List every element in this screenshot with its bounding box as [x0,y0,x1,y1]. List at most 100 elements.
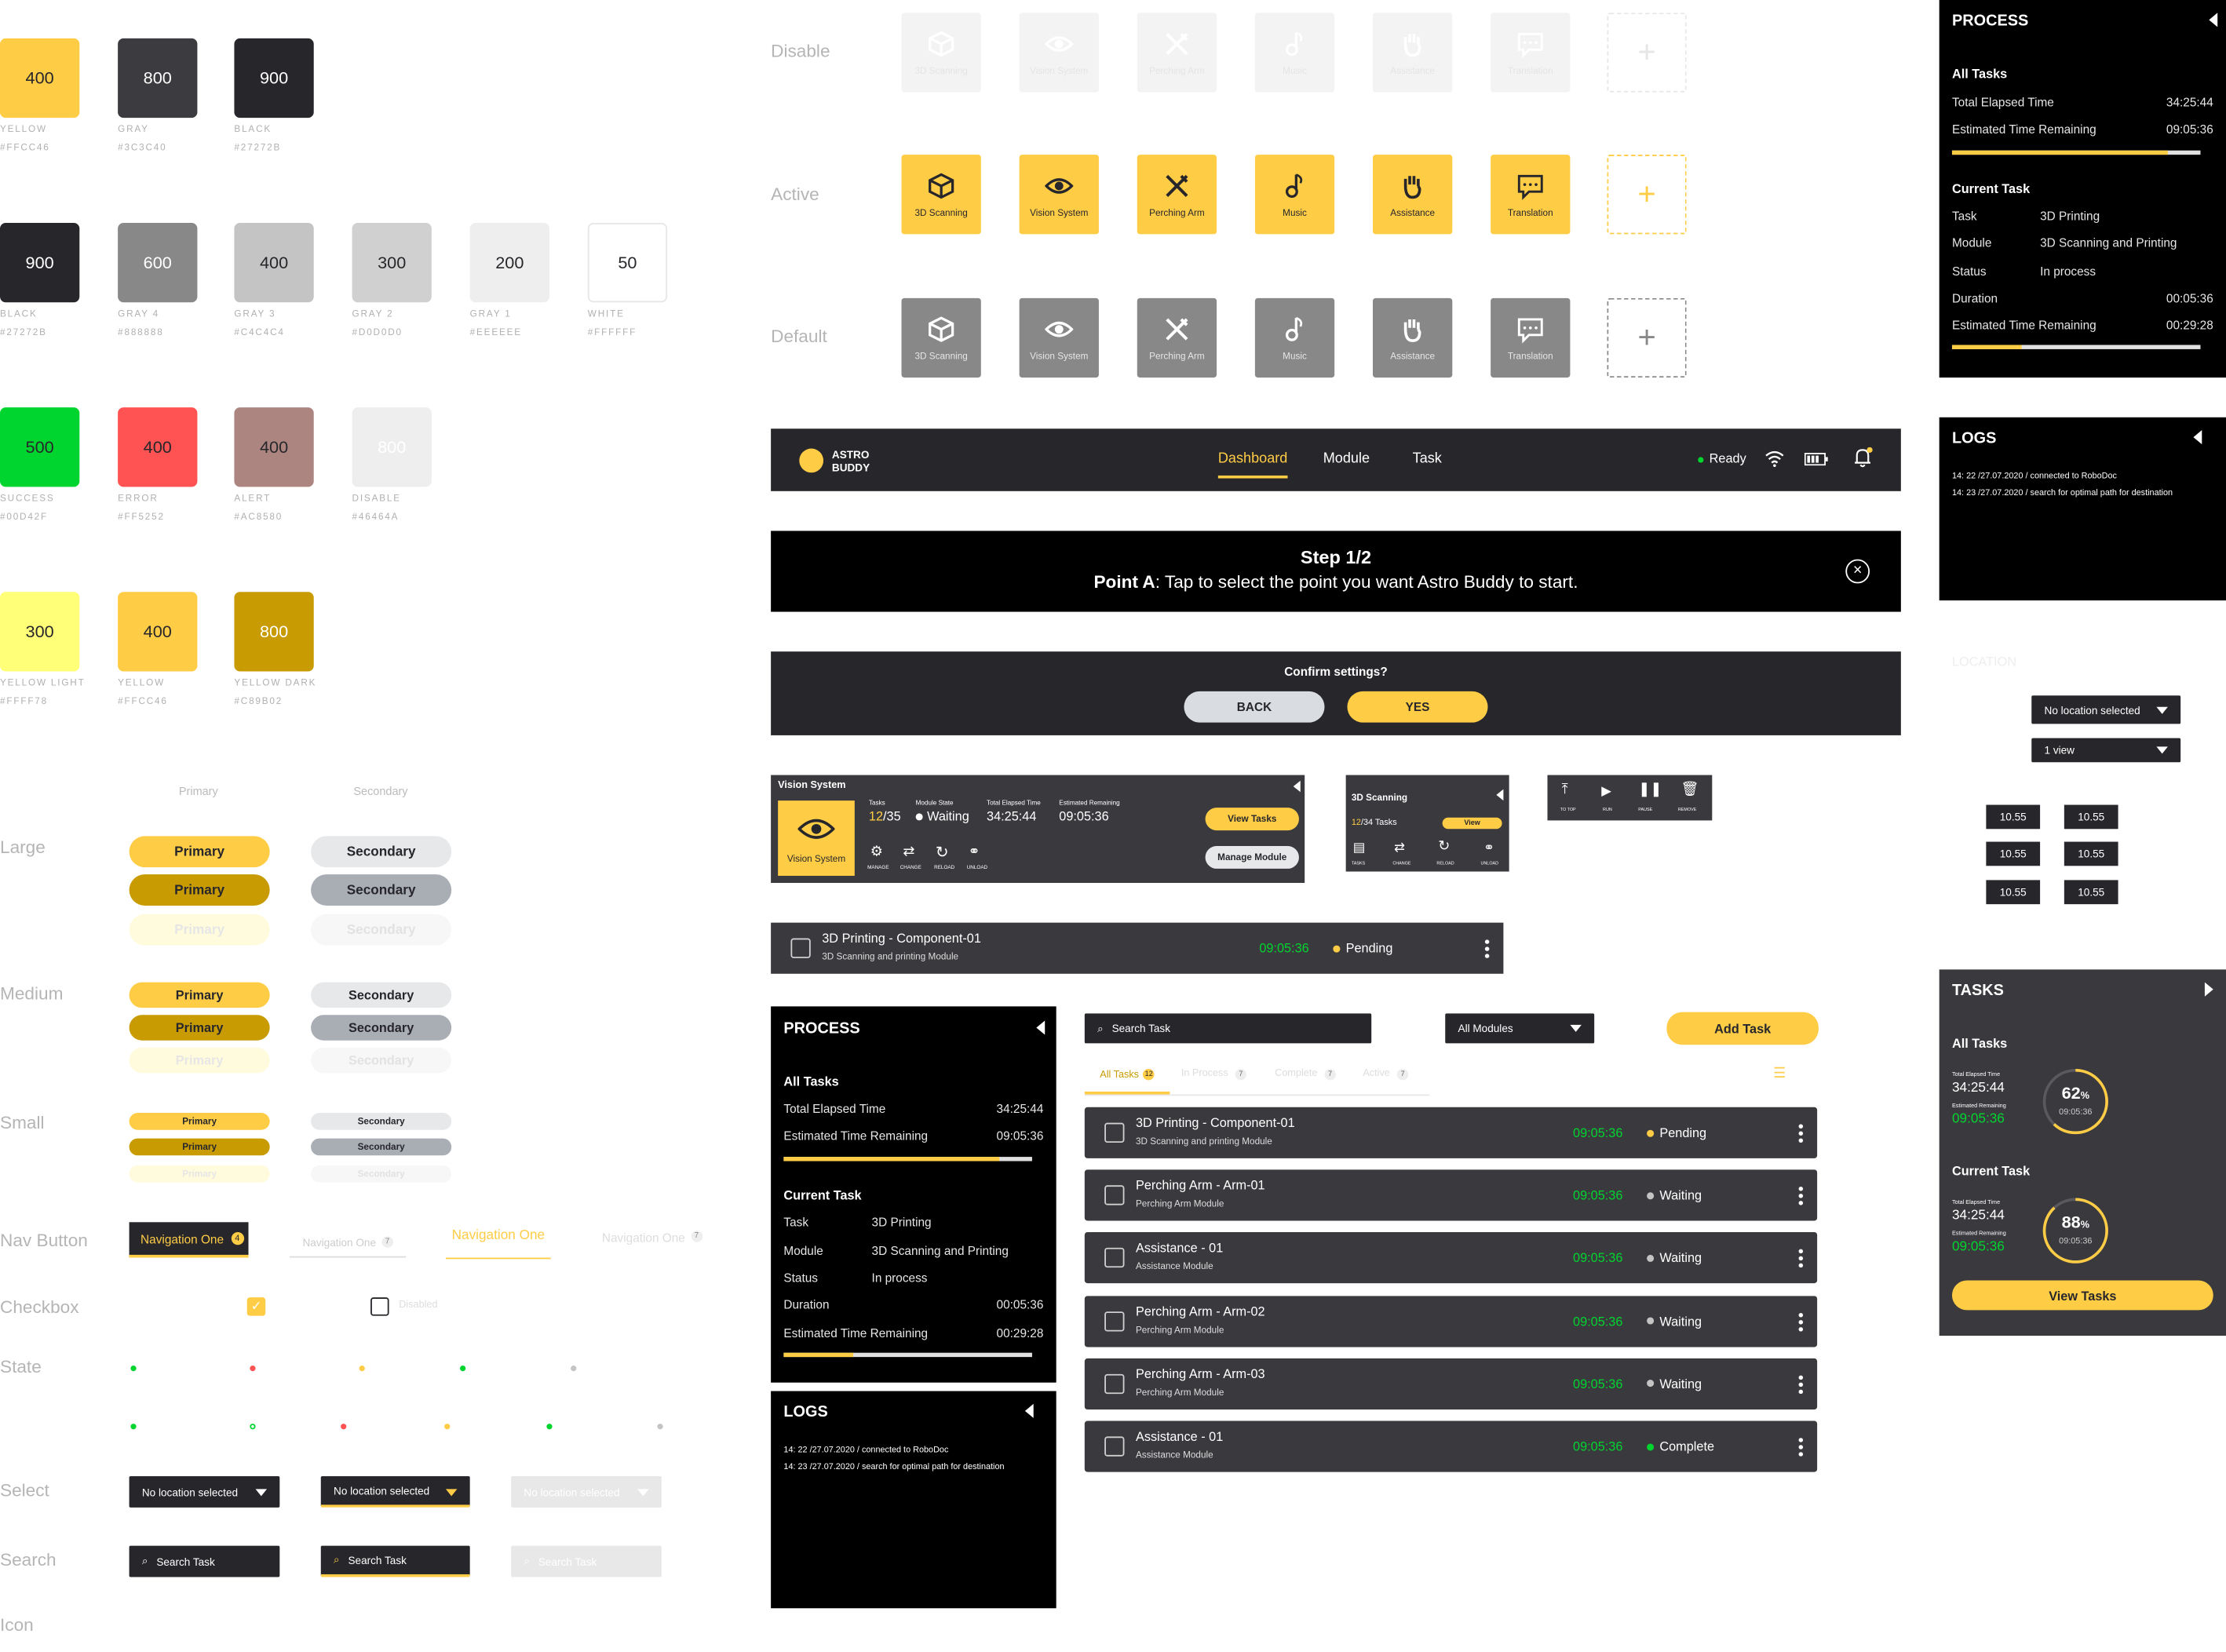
primary-button[interactable]: Primary [129,1113,270,1130]
unlink-icon[interactable]: ⚭ [969,844,980,860]
play-icon[interactable]: ▶ [1601,783,1611,799]
more-icon[interactable] [1798,1373,1804,1394]
secondary-button[interactable]: Secondary [311,1138,452,1156]
tab-in-process[interactable]: In Process 7 [1181,1068,1247,1081]
nav-button-yellow[interactable]: Navigation One [445,1228,551,1260]
assistance-button[interactable]: Assistance [1373,297,1453,378]
back-button[interactable]: BACK [1184,691,1325,723]
primary-button[interactable]: Primary [129,982,270,1008]
nav-button-disabled[interactable]: Navigation One 7 [602,1231,702,1245]
vision-system-button[interactable]: Vision System [1019,297,1099,378]
primary-button[interactable]: Primary [129,874,270,906]
nav-button-dark[interactable]: Navigation One 4 [129,1222,249,1258]
task-checkbox[interactable] [1104,1122,1125,1143]
3d-scanning-button[interactable]: 3D Scanning [901,155,981,235]
task-checkbox[interactable] [790,938,811,958]
module-filter[interactable]: All Modules [1445,1013,1595,1044]
primary-button[interactable]: Primary [129,914,270,946]
nav-button-light[interactable]: Navigation One 7 [289,1228,407,1258]
tab-dashboard[interactable]: Dashboard [1217,451,1288,479]
assistance-button[interactable]: Assistance [1373,13,1453,93]
more-icon[interactable] [1798,1122,1804,1143]
view-tasks-button[interactable]: View Tasks [1205,808,1299,831]
more-icon[interactable] [1798,1311,1804,1331]
task-row-sample[interactable]: 3D Printing - Component-01 3D Scanning a… [771,922,1504,974]
reload-icon[interactable]: ↻ [1438,839,1450,855]
perching-arm-button[interactable]: Perching Arm [1137,155,1217,235]
add-task-button[interactable]: Add Task [1666,1012,1819,1045]
search-input[interactable]: ⌕ Search Task [129,1545,280,1577]
pause-icon[interactable]: ❚❚ [1638,782,1662,798]
checkbox-checked[interactable]: ✓ [246,1297,266,1316]
chevron-left-icon[interactable] [1496,789,1504,801]
music-button[interactable]: Music [1254,13,1335,93]
tab-active[interactable]: Active 7 [1363,1068,1409,1081]
tab-all-tasks[interactable]: All Tasks 12 [1084,1057,1170,1095]
primary-button[interactable]: Primary [129,1047,270,1074]
time-chip[interactable]: 10.55 [1986,880,2041,905]
tab-complete[interactable]: Complete 7 [1275,1068,1336,1081]
change-icon[interactable]: ⇄ [1394,841,1405,856]
view-tasks-button[interactable]: View Tasks [1951,1280,2213,1311]
time-chip[interactable]: 10.55 [2064,804,2118,830]
collapse-icon[interactable] [2209,13,2218,27]
select-disabled[interactable]: No location selected [511,1476,662,1508]
view-button[interactable]: View [1442,817,1502,830]
collapse-icon[interactable] [1036,1020,1045,1035]
add-module-button[interactable]: + [1607,297,1687,378]
more-icon[interactable] [1798,1185,1804,1205]
3d-scanning-button[interactable]: 3D Scanning [901,13,981,93]
task-checkbox[interactable] [1104,1373,1125,1394]
select-active[interactable]: No location selected [320,1476,470,1508]
collapse-icon[interactable] [2193,430,2202,445]
translation-button[interactable]: Translation [1491,155,1571,235]
tab-module[interactable]: Module [1323,451,1370,467]
manage-module-button[interactable]: Manage Module [1205,845,1299,869]
add-module-button[interactable]: + [1607,13,1687,93]
more-icon[interactable] [1798,1436,1804,1457]
perching-arm-button[interactable]: Perching Arm [1137,13,1217,93]
primary-button[interactable]: Primary [129,1165,270,1183]
task-checkbox[interactable] [1104,1248,1125,1268]
chevron-left-icon[interactable] [1293,780,1301,793]
trash-icon[interactable]: 🗑 [1681,782,1699,798]
checkbox-unchecked[interactable] [370,1297,389,1316]
time-chip[interactable]: 10.55 [2064,880,2118,905]
unlink-icon[interactable]: ⚭ [1483,841,1494,856]
gear-icon[interactable]: ⚙ [870,844,883,860]
task-row[interactable]: Assistance - 01 Assistance Module 09:05:36… [1084,1420,1818,1472]
task-row[interactable]: Perching Arm - Arm-01 Perching Arm Module… [1084,1169,1818,1221]
search-input-disabled[interactable]: ⌕ Search Task [511,1545,662,1577]
task-row[interactable]: Perching Arm - Arm-02 Perching Arm Module… [1084,1295,1818,1347]
tasks-icon[interactable]: ▤ [1353,841,1365,856]
primary-button[interactable]: Primary [129,1138,270,1156]
perching-arm-button[interactable]: Perching Arm [1137,297,1217,378]
primary-button[interactable]: Primary [129,1015,270,1041]
translation-button[interactable]: Translation [1491,297,1571,378]
primary-button[interactable]: Primary [129,836,270,868]
view-select[interactable]: 1 view [2031,738,2181,763]
tab-task[interactable]: Task [1413,451,1442,467]
music-button[interactable]: Music [1254,297,1335,378]
assistance-button[interactable]: Assistance [1373,155,1453,235]
more-icon[interactable] [1484,938,1490,958]
secondary-button[interactable]: Secondary [311,1165,452,1183]
search-input-active[interactable]: ⌕ Search Task [320,1545,470,1577]
translation-button[interactable]: Translation [1491,13,1571,93]
secondary-button[interactable]: Secondary [311,874,452,906]
add-module-button[interactable]: + [1607,155,1687,235]
task-checkbox[interactable] [1104,1436,1125,1457]
list-view-icon[interactable]: ☰ [1773,1066,1786,1081]
task-row[interactable]: Perching Arm - Arm-03 Perching Arm Module… [1084,1358,1818,1409]
module-tile[interactable]: Vision System [778,800,855,876]
secondary-button[interactable]: Secondary [311,1047,452,1074]
time-chip[interactable]: 10.55 [2064,841,2118,866]
secondary-button[interactable]: Secondary [311,1015,452,1041]
time-chip[interactable]: 10.55 [1986,841,2041,866]
task-row[interactable]: 3D Printing - Component-01 3D Scanning an… [1084,1107,1818,1158]
select-dark[interactable]: No location selected [129,1476,280,1508]
task-checkbox[interactable] [1104,1185,1125,1205]
yes-button[interactable]: YES [1347,691,1488,723]
task-checkbox[interactable] [1104,1311,1125,1331]
music-button[interactable]: Music [1254,155,1335,235]
